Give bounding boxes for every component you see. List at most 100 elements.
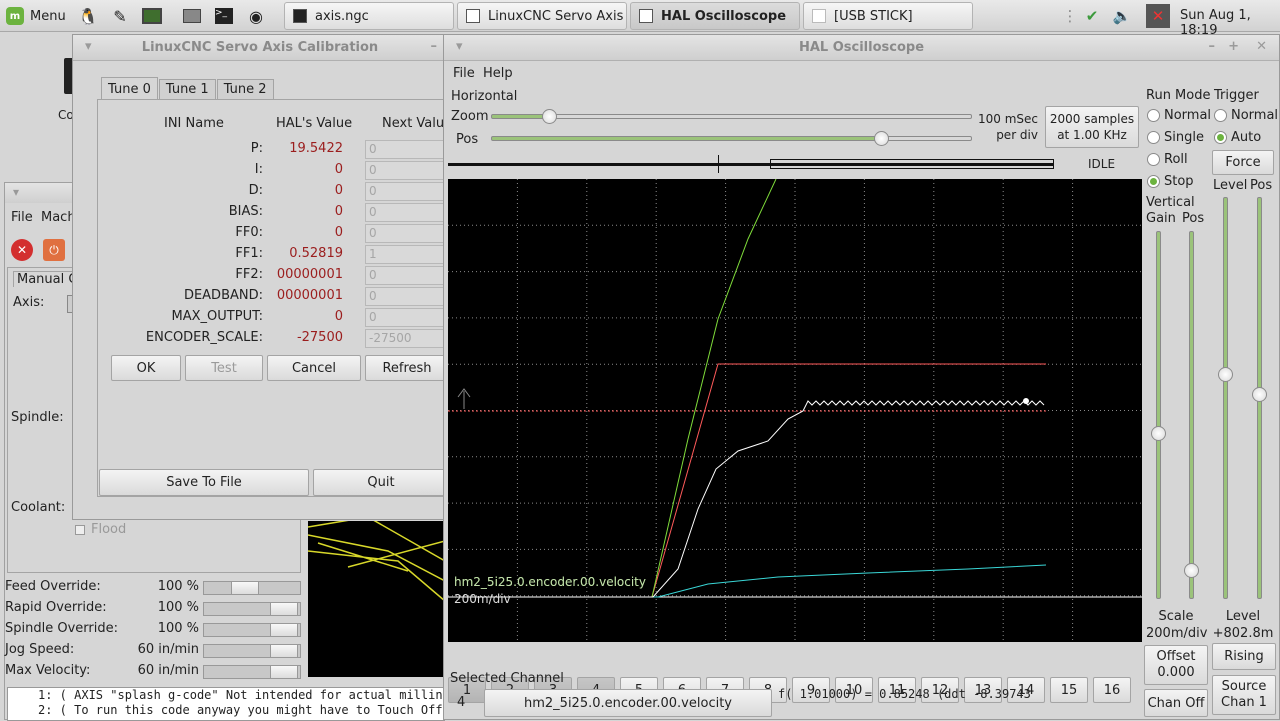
next-value-field[interactable]: 0 xyxy=(365,182,445,201)
hal-value: 00000001 xyxy=(276,288,343,303)
channel-button-15[interactable]: 15 xyxy=(1050,677,1088,703)
window-menu-icon[interactable]: ▾ xyxy=(85,39,92,54)
horizontal-label: Horizontal xyxy=(451,89,518,104)
task-usb-stick[interactable]: [USB STICK] xyxy=(803,2,973,30)
samples-button[interactable]: 2000 samples at 1.00 KHz xyxy=(1045,106,1139,148)
trigger-source-button[interactable]: Source Chan 1 xyxy=(1212,675,1276,715)
selected-channel-number: 4 xyxy=(457,695,466,710)
axis-menu-machine[interactable]: Mach xyxy=(41,210,76,225)
minimize-icon[interactable]: – xyxy=(1209,39,1216,54)
vertical-pos-slider[interactable] xyxy=(1189,231,1194,599)
save-to-file-button[interactable]: Save To File xyxy=(99,469,309,496)
text-editor-launcher-icon[interactable]: ✎ xyxy=(106,2,134,30)
next-value-field[interactable]: 1 xyxy=(365,245,445,264)
vertical-pos-handle[interactable] xyxy=(1184,562,1199,578)
chan-off-button[interactable]: Chan Off xyxy=(1144,689,1208,717)
channel-4-trace xyxy=(448,400,1045,598)
override-slider-handle[interactable] xyxy=(270,603,298,615)
next-value-field[interactable]: 0 xyxy=(365,161,445,180)
axis-menu-file[interactable]: File xyxy=(11,210,33,225)
next-value-field[interactable]: -27500 xyxy=(365,329,445,348)
start-menu-button[interactable]: m Menu xyxy=(6,6,66,26)
window-menu-icon[interactable]: ▾ xyxy=(456,39,463,54)
override-slider-handle[interactable] xyxy=(270,666,298,678)
gcode-listing[interactable]: 1: ( AXIS "splash g-code" Not intended f… xyxy=(7,687,450,721)
trigger-level-handle[interactable] xyxy=(1218,366,1233,382)
run-mode-radio-normal[interactable] xyxy=(1147,109,1160,122)
toolpath-preview[interactable] xyxy=(307,516,446,677)
override-slider[interactable] xyxy=(203,644,301,658)
estop-icon[interactable]: ✕ xyxy=(11,239,33,261)
webcam-launcher-icon[interactable]: ◉ xyxy=(242,2,270,30)
override-slider[interactable] xyxy=(203,623,301,637)
run-mode-radio-stop[interactable] xyxy=(1147,175,1160,188)
volume-icon[interactable]: 🔈 xyxy=(1112,6,1132,26)
tray-menu-icon[interactable]: ⋮ xyxy=(1060,6,1080,26)
run-mode-label: Run Mode xyxy=(1146,88,1211,103)
scope-display[interactable]: hm2_5i25.0.encoder.00.velocity hm2_5i25.… xyxy=(448,178,1142,642)
pos-slider[interactable] xyxy=(491,136,972,141)
next-value-field[interactable]: 0 xyxy=(365,224,445,243)
trigger-radio-auto[interactable] xyxy=(1214,131,1227,144)
tab-tune-2[interactable]: Tune 2 xyxy=(216,79,274,99)
run-mode-radio-roll[interactable] xyxy=(1147,153,1160,166)
vertical-gain-slider[interactable] xyxy=(1156,231,1161,599)
vertical-gain-handle[interactable] xyxy=(1151,426,1166,442)
task-axis[interactable]: axis.ngc xyxy=(284,2,454,30)
override-slider[interactable] xyxy=(203,602,301,616)
power-icon[interactable]: ⏻ xyxy=(43,239,65,261)
next-value-field[interactable]: 0 xyxy=(365,203,445,222)
override-slider-handle[interactable] xyxy=(231,582,259,594)
quit-button[interactable]: Quit xyxy=(313,469,449,496)
next-value-field[interactable]: 0 xyxy=(365,287,445,306)
override-slider-handle[interactable] xyxy=(270,645,298,657)
tab-tune-0[interactable]: Tune 0 xyxy=(101,77,158,99)
override-slider[interactable] xyxy=(203,665,301,679)
taskbar: m Menu 🐧 ✎ >_ ◉ axis.ngc LinuxCNC Servo … xyxy=(0,0,1280,38)
scope-titlebar: ▾ HAL Oscilloscope – + ✕ xyxy=(444,35,1279,61)
override-slider[interactable] xyxy=(203,581,301,595)
shell-launcher-icon[interactable]: >_ xyxy=(210,2,238,30)
trigger-pos-handle[interactable] xyxy=(1252,386,1267,402)
ini-name: BIAS: xyxy=(228,204,263,219)
close-icon[interactable]: ✕ xyxy=(1256,39,1267,54)
selected-channel-button[interactable]: hm2_5i25.0.encoder.00.velocity xyxy=(484,689,772,717)
next-value-field[interactable]: 0 xyxy=(365,308,445,327)
scope-menu-help[interactable]: Help xyxy=(483,66,513,81)
refresh-button[interactable]: Refresh xyxy=(365,355,449,381)
window-menu-icon[interactable]: ▾ xyxy=(13,185,19,199)
run-mode-radio-single[interactable] xyxy=(1147,131,1160,144)
offset-button[interactable]: Offset 0.000 xyxy=(1144,645,1208,685)
terminal-launcher-icon[interactable]: 🐧 xyxy=(74,2,102,30)
rising-edge-button[interactable]: Rising xyxy=(1212,643,1276,670)
cancel-button[interactable]: Cancel xyxy=(267,355,361,381)
force-trigger-button[interactable]: Force xyxy=(1212,150,1274,175)
channel-button-16[interactable]: 16 xyxy=(1093,677,1131,703)
override-label: Spindle Override: xyxy=(5,621,118,636)
override-slider-handle[interactable] xyxy=(270,624,298,636)
hal-value: 0 xyxy=(334,204,343,219)
task-hal-oscilloscope[interactable]: HAL Oscilloscope xyxy=(630,2,800,30)
trigger-level-slider[interactable] xyxy=(1223,197,1228,599)
tab-tune-1[interactable]: Tune 1 xyxy=(158,79,216,99)
task-servo-calibration[interactable]: LinuxCNC Servo Axis ... xyxy=(457,2,627,30)
next-value-field[interactable]: 0 xyxy=(365,140,445,159)
files-launcher-icon[interactable] xyxy=(178,2,206,30)
maximize-icon[interactable]: + xyxy=(1228,39,1239,54)
minimize-icon[interactable]: – xyxy=(431,39,438,54)
test-button[interactable]: Test xyxy=(185,355,263,381)
network-disconnected-icon[interactable]: ✕ xyxy=(1146,4,1170,28)
scope-menu-file[interactable]: File xyxy=(453,66,475,81)
trigger-radio-normal[interactable] xyxy=(1214,109,1227,122)
waveform-plot xyxy=(448,178,1142,642)
flood-checkbox[interactable] xyxy=(75,525,85,535)
zoom-slider[interactable] xyxy=(491,114,972,119)
pos-slider-handle[interactable] xyxy=(873,131,889,146)
update-shield-icon[interactable]: ✔ xyxy=(1082,6,1102,26)
spindle-label: Spindle: xyxy=(11,410,64,425)
monitor-launcher-icon[interactable] xyxy=(138,2,166,30)
ok-button[interactable]: OK xyxy=(111,355,181,381)
zoom-slider-handle[interactable] xyxy=(541,109,557,124)
next-value-field[interactable]: 0 xyxy=(365,266,445,285)
override-label: Rapid Override: xyxy=(5,600,107,615)
